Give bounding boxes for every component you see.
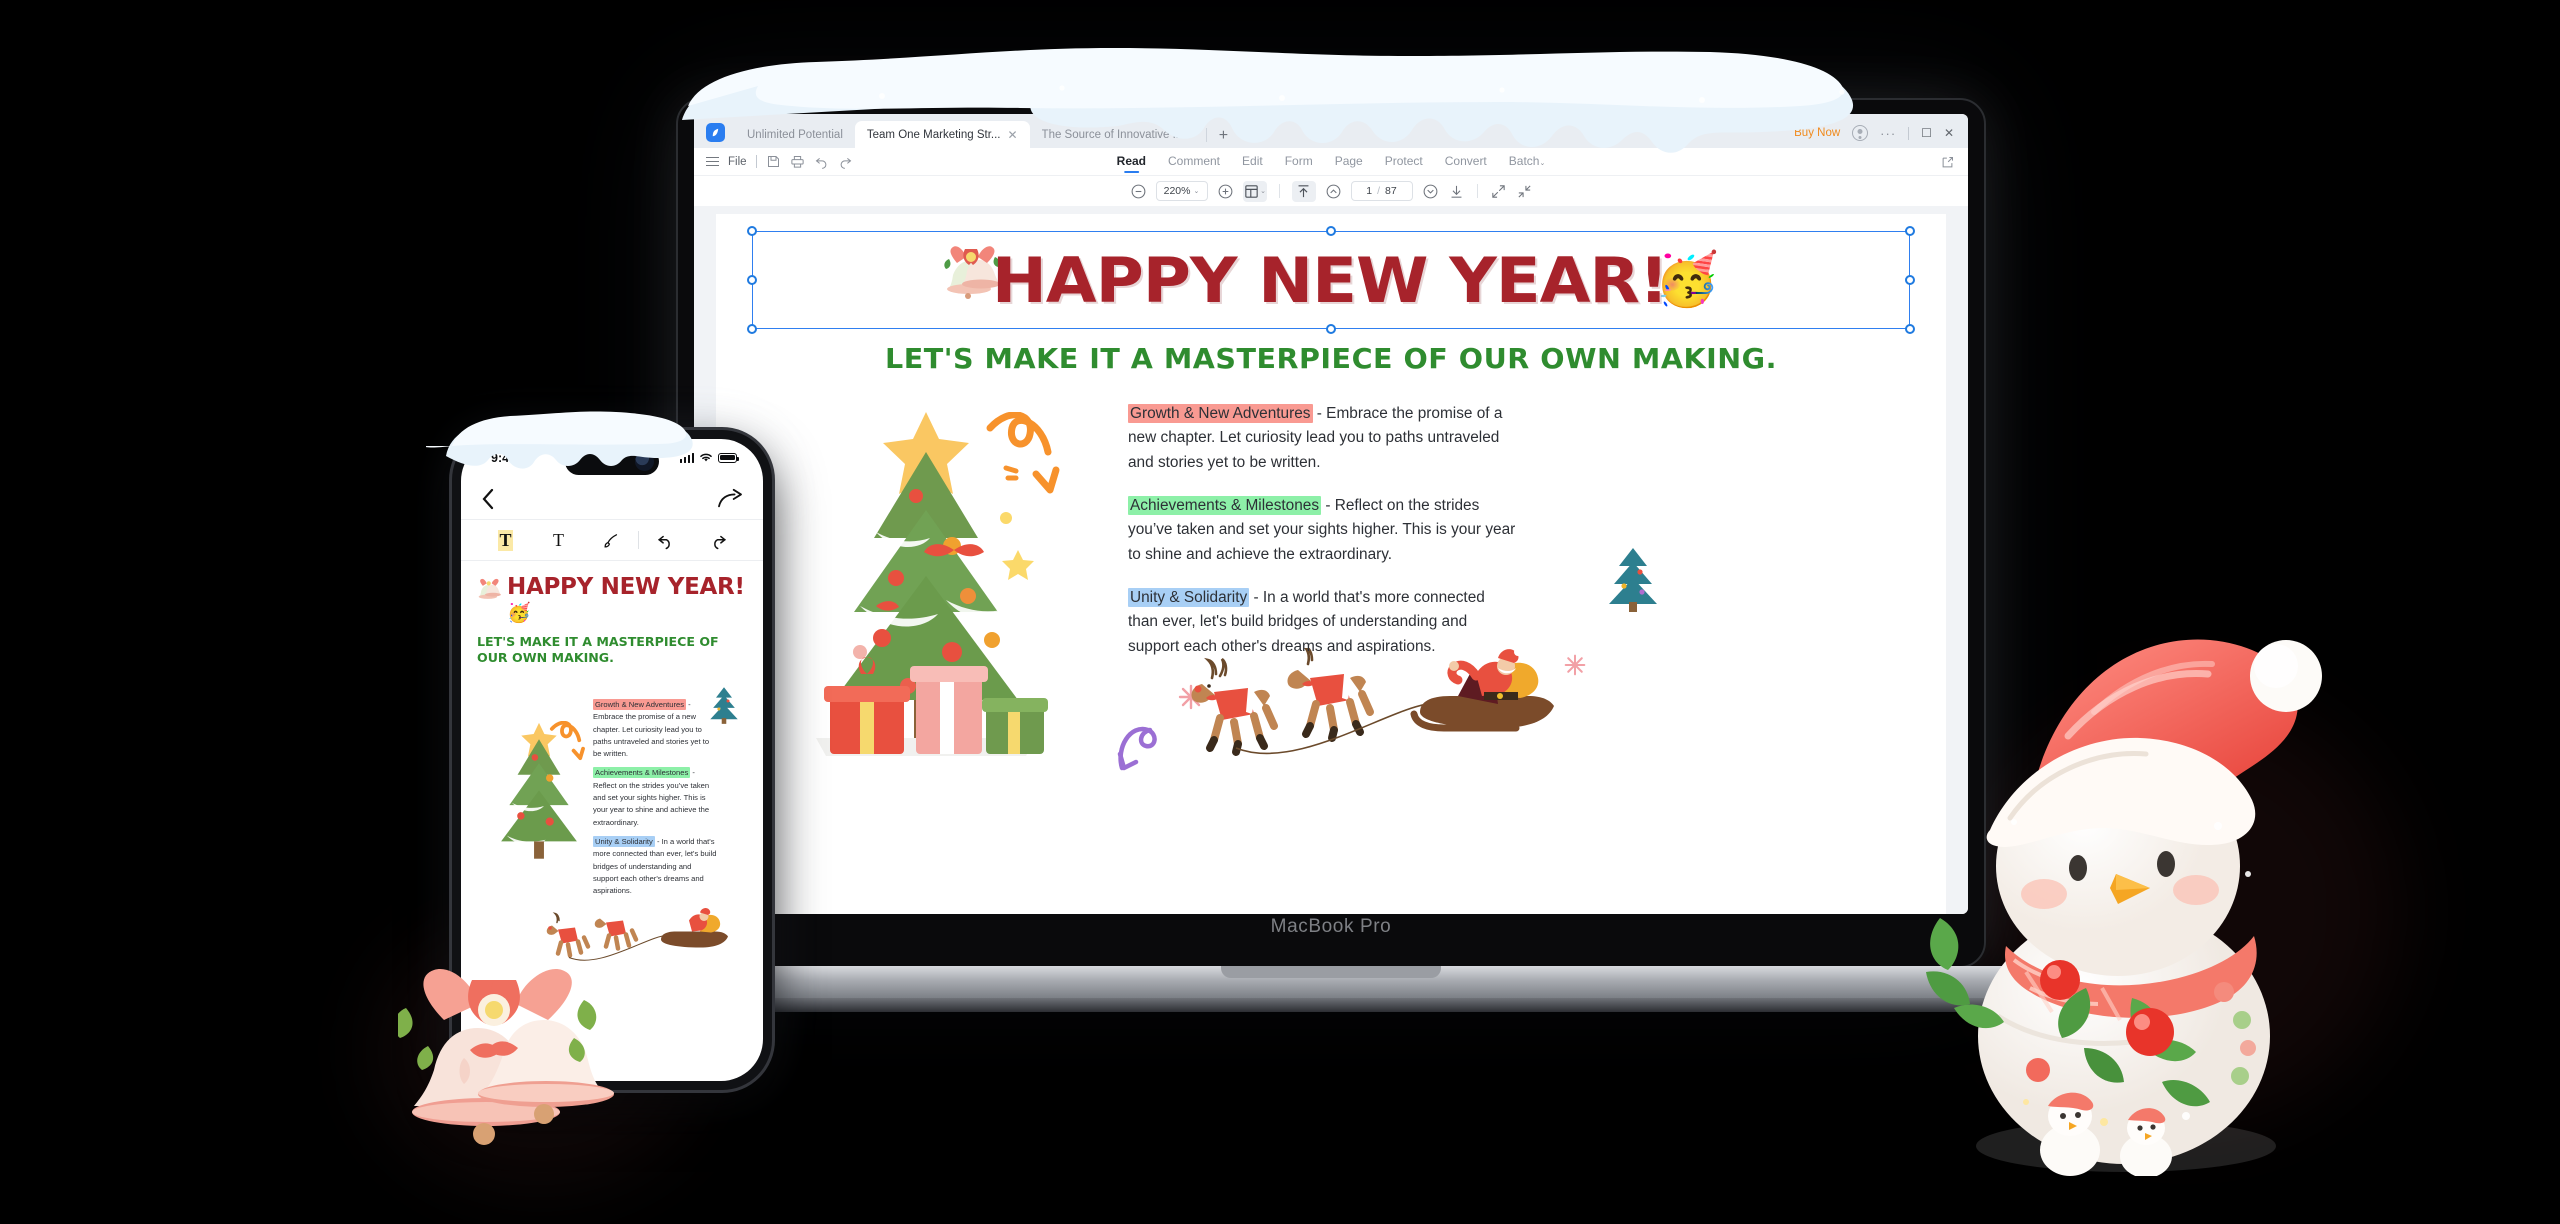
highlight-unity: Unity & Solidarity: [1128, 587, 1250, 607]
first-page-button[interactable]: [1291, 180, 1316, 202]
brush-tool[interactable]: [585, 532, 638, 549]
laptop-brand-label: MacBook Pro: [1270, 916, 1392, 937]
front-camera-icon: [635, 452, 654, 471]
page-top-icon: [1298, 184, 1309, 197]
chevron-down-icon: ⌄: [1260, 188, 1266, 195]
bells-ornament-icon: [478, 578, 501, 599]
layout-icon: [1245, 184, 1258, 198]
orange-arrow-doodle: [986, 412, 1060, 494]
document-body: Growth & New Adventures - Embrace the pr…: [1128, 402, 1518, 678]
highlight-text-tool[interactable]: T: [479, 529, 532, 551]
phone-system-icons: [679, 452, 740, 463]
resize-handle-bl[interactable]: [747, 324, 757, 334]
santa-sleigh-illustration: [546, 908, 728, 961]
highlight-unity: Unity & Solidarity: [593, 835, 655, 847]
zoom-in-icon[interactable]: [1217, 183, 1234, 200]
iphone-device: 9:41 T T HAPPY NEW YEAR!🥳 LET'S MAKE IT …: [426, 411, 772, 1090]
zoom-out-icon[interactable]: [1130, 183, 1147, 200]
last-page-icon[interactable]: [1448, 183, 1465, 200]
page-number-input[interactable]: 1 / 87: [1350, 181, 1413, 201]
resize-handle-mr[interactable]: [1905, 275, 1915, 285]
zoom-level-value: 220%: [1163, 185, 1191, 197]
highlight-growth: Growth & New Adventures: [1128, 404, 1313, 423]
page-layout-button[interactable]: ⌄: [1242, 180, 1267, 202]
snowflake-icon: [1564, 654, 1586, 676]
phone-title-text-wrap: HAPPY NEW YEAR!🥳: [507, 574, 747, 625]
document-subtitle: LET'S MAKE IT A MASTERPIECE OF OUR OWN M…: [885, 342, 1777, 375]
resize-handle-tl[interactable]: [747, 226, 757, 236]
text-tool[interactable]: T: [532, 530, 585, 551]
laptop-screen: Unlimited Potential Team One Marketing S…: [694, 114, 1968, 914]
redo-icon: [714, 535, 727, 549]
phone-paragraph-2: Unity & Solidarity - In a world that's m…: [593, 835, 718, 897]
battery-icon: [718, 452, 740, 463]
page-separator: /: [1377, 185, 1381, 197]
macbook-device: Unlimited Potential Team One Marketing S…: [588, 48, 2074, 1018]
resize-handle-br[interactable]: [1905, 324, 1915, 334]
phone-clock: 9:41: [491, 451, 517, 465]
phone-nav-bar: [461, 479, 763, 519]
phone-document[interactable]: HAPPY NEW YEAR!🥳 LET'S MAKE IT A MASTERP…: [461, 561, 763, 1041]
purple-swirl-doodle: [1117, 726, 1157, 771]
phone-paragraph-1: Achievements & Milestones - Reflect on t…: [593, 767, 718, 828]
highlight-achievements: Achievements & Milestones: [1128, 495, 1322, 515]
resize-handle-tc[interactable]: [1326, 226, 1336, 236]
expand-icon[interactable]: [1490, 183, 1507, 200]
phone-screen: 9:41 T T HAPPY NEW YEAR!🥳 LET'S MAKE IT …: [461, 439, 763, 1081]
chevron-down-icon: ⌄: [1193, 188, 1200, 195]
brush-icon: [604, 533, 618, 548]
view-toolbar: 220% ⌄ ⌄ 1 / 87: [694, 176, 1968, 206]
zoom-level-select[interactable]: 220% ⌄: [1155, 181, 1208, 201]
document-title-row: HAPPY NEW YEAR! 🥳: [756, 238, 1906, 322]
paragraph-1: Achievements & Milestones - Reflect on t…: [1128, 494, 1518, 567]
paragraph-2: Unity & Solidarity - In a world that's m…: [1128, 586, 1518, 659]
page-current: 1: [1366, 185, 1373, 197]
previous-page-icon[interactable]: [1325, 183, 1342, 200]
page-title: HAPPY NEW YEAR!: [991, 243, 1669, 317]
phone-document-subtitle: LET'S MAKE IT A MASTERPIECE OF OUR OWN M…: [477, 633, 719, 666]
snowflake-icon: [1178, 684, 1204, 710]
screenshot-root: Unlimited Potential Team One Marketing S…: [0, 0, 2560, 1224]
highlight-growth: Growth & New Adventures: [593, 699, 687, 710]
collapse-icon[interactable]: [1516, 183, 1533, 200]
mini-snowman-1: [2040, 1092, 2100, 1176]
dynamic-island: [565, 448, 659, 475]
resize-handle-tr[interactable]: [1905, 226, 1915, 236]
glow-right: [1980, 700, 2400, 1120]
laptop-notch: [1221, 966, 1441, 978]
cellular-signal-icon: [679, 452, 694, 463]
phone-undo-button[interactable]: [639, 531, 692, 550]
small-tree-icon: [1609, 548, 1657, 612]
laptop-foot: [588, 998, 2074, 1012]
back-icon[interactable]: [481, 487, 496, 511]
gift-boxes-illustration: [824, 657, 1048, 754]
paragraph-0: Growth & New Adventures - Embrace the pr…: [1128, 402, 1518, 475]
christmas-tree-illustration: [816, 412, 1036, 756]
highlight-achievements: Achievements & Milestones: [593, 767, 691, 779]
snow-cap-laptop: [682, 48, 1854, 153]
share-icon[interactable]: [717, 488, 743, 510]
phone-page-title: HAPPY NEW YEAR!: [507, 574, 745, 600]
phone-status-bar: 9:41: [461, 439, 763, 479]
document-viewport[interactable]: HAPPY NEW YEAR! 🥳 LET'S MAKE IT A MASTER…: [694, 206, 1968, 914]
document-page: HAPPY NEW YEAR! 🥳 LET'S MAKE IT A MASTER…: [716, 214, 1946, 914]
phone-redo-button[interactable]: [692, 531, 745, 550]
divider: [1476, 184, 1478, 198]
wifi-icon: [700, 453, 712, 462]
phone-document-body: Growth & New Adventures - Embrace the pr…: [593, 699, 718, 904]
undo-icon: [657, 535, 670, 549]
phone-edit-toolbar: T T: [461, 519, 763, 561]
divider: [1278, 184, 1280, 198]
christmas-tree-illustration: [501, 722, 577, 859]
resize-handle-bc[interactable]: [1326, 324, 1336, 334]
page-total: 87: [1385, 185, 1397, 197]
next-page-icon[interactable]: [1422, 183, 1439, 200]
party-face-emoji: 🥳: [507, 602, 531, 624]
phone-paragraph-0: Growth & New Adventures - Embrace the pr…: [593, 699, 718, 760]
phone-title-row: HAPPY NEW YEAR!🥳: [477, 574, 747, 625]
